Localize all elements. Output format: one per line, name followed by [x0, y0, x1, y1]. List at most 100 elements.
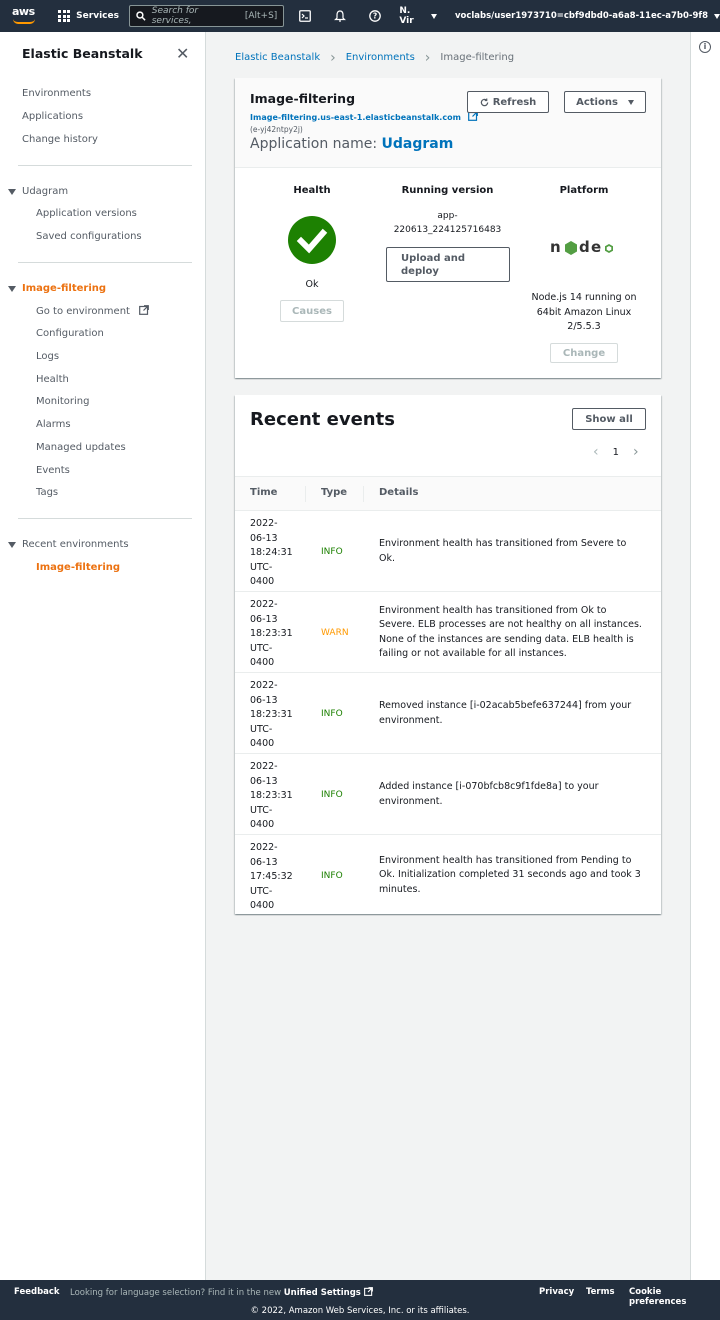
sidebar-section-image-filtering[interactable]: Image-filtering [8, 283, 106, 294]
chevron-right-icon[interactable]: › [633, 444, 639, 460]
info-icon[interactable]: i [699, 41, 711, 53]
privacy-link[interactable]: Privacy [539, 1287, 574, 1297]
breadcrumb-current: Image-filtering [440, 52, 515, 63]
help-icon[interactable]: ? [368, 9, 381, 23]
recent-events-title: Recent events [250, 409, 395, 430]
application-name-link[interactable]: Udagram [382, 136, 454, 152]
sidebar-title: Elastic Beanstalk [22, 46, 143, 61]
nodejs-logo-icon: n d e [550, 238, 613, 256]
sidebar-item-monitoring[interactable]: Monitoring [36, 396, 89, 407]
event-time: 2022- 06-13 18:24:31 UTC- 0400 [250, 518, 293, 587]
services-label: Services [76, 11, 119, 21]
causes-button[interactable]: Causes [280, 300, 344, 322]
sidebar-item-configuration[interactable]: Configuration [36, 328, 104, 339]
chevron-down-icon [430, 13, 437, 19]
caret-down-icon [8, 188, 16, 195]
sidebar-item-tags[interactable]: Tags [36, 487, 58, 498]
bell-icon[interactable] [333, 9, 346, 23]
search-icon [136, 11, 146, 21]
sidebar-item-saved-configurations[interactable]: Saved configurations [36, 231, 142, 242]
environment-url-text: Image-filtering.us-east-1.elasticbeansta… [250, 113, 461, 122]
external-link-icon [363, 1287, 373, 1296]
aws-smile-icon [13, 19, 35, 24]
health-status: Ok [305, 279, 319, 290]
event-details: Environment health has transitioned from… [379, 538, 627, 564]
chevron-right-icon: › [330, 49, 336, 66]
environment-header: Image-filtering Image-filtering.us-east-… [235, 78, 661, 168]
sidebar-item-health[interactable]: Health [36, 374, 69, 385]
column-divider [305, 486, 306, 502]
region-selector[interactable]: N. Vir [399, 6, 437, 26]
show-all-button[interactable]: Show all [572, 408, 646, 430]
sidebar-section-recent-environments[interactable]: Recent environments [8, 539, 129, 550]
recent-events-card: Recent events Show all ‹ 1 › Time Type D… [235, 395, 661, 914]
table-row: 2022- 06-13 18:23:31 UTC- 0400 WARN Environm… [235, 592, 661, 673]
event-type: INFO [321, 789, 343, 800]
terms-link[interactable]: Terms [586, 1287, 615, 1297]
upload-and-deploy-button[interactable]: Upload and deploy [386, 247, 510, 282]
table-row: 2022- 06-13 17:45:32 UTC- 0400 INFO Environm… [235, 835, 661, 916]
running-version-line: app- [437, 211, 458, 221]
sidebar-item-events[interactable]: Events [36, 465, 70, 476]
cookie-preferences-link[interactable]: Cookie preferences [629, 1287, 720, 1307]
table-row: 2022- 06-13 18:24:31 UTC- 0400 INFO Environm… [235, 511, 661, 592]
svg-text:d: d [579, 238, 590, 256]
sidebar-item-environments[interactable]: Environments [22, 88, 91, 99]
svg-text:e: e [591, 238, 601, 256]
actions-label: Actions [576, 96, 618, 108]
breadcrumb-elastic-beanstalk[interactable]: Elastic Beanstalk [235, 52, 320, 63]
cloudshell-icon[interactable] [298, 9, 311, 23]
sidebar-section-udagram[interactable]: Udagram [8, 186, 68, 197]
actions-dropdown-button[interactable]: Actions [564, 91, 646, 113]
page-number[interactable]: 1 [613, 447, 619, 458]
sidebar-item-application-versions[interactable]: Application versions [36, 208, 137, 219]
sidebar-item-applications[interactable]: Applications [22, 111, 83, 122]
environment-overview-card: Image-filtering Image-filtering.us-east-… [235, 78, 661, 378]
feedback-link[interactable]: Feedback [14, 1287, 60, 1297]
event-type: INFO [321, 546, 343, 557]
chevron-down-icon [713, 13, 720, 19]
event-time: 2022- 06-13 17:45:32 UTC- 0400 [250, 842, 293, 911]
search-input[interactable]: Search for services, [Alt+S] [128, 5, 285, 27]
sidebar-divider [18, 165, 192, 166]
close-icon[interactable]: ✕ [176, 46, 189, 62]
sidebar-item-recent-image-filtering[interactable]: Image-filtering [36, 562, 120, 573]
event-type: INFO [321, 708, 343, 719]
table-row: 2022- 06-13 18:23:31 UTC- 0400 INFO Added in… [235, 754, 661, 835]
sidebar-item-alarms[interactable]: Alarms [36, 419, 71, 430]
column-header-details[interactable]: Details [379, 487, 418, 498]
upload-label-line: deploy [401, 265, 439, 277]
account-menu[interactable]: voclabs/user1973710=cbf9dbd0-a6a8-11ec-a… [455, 11, 720, 21]
column-header-type[interactable]: Type [321, 487, 347, 498]
aws-logo-text: aws [12, 5, 35, 18]
breadcrumb-environments[interactable]: Environments [346, 52, 415, 63]
sidebar-section-label: Udagram [22, 186, 69, 197]
event-type: WARN [321, 627, 349, 638]
unified-settings-link[interactable]: Unified Settings [284, 1288, 361, 1298]
environment-url-link[interactable]: Image-filtering.us-east-1.elasticbeansta… [250, 111, 478, 122]
event-details: Environment health has transitioned from… [379, 854, 641, 895]
application-name-label: Application name: [250, 136, 378, 152]
sidebar-item-logs[interactable]: Logs [36, 351, 59, 362]
chevron-left-icon[interactable]: ‹ [593, 444, 599, 460]
region-label: N. Vir [399, 6, 414, 26]
event-details: Environment health has transitioned from… [379, 604, 642, 660]
search-shortcut: [Alt+S] [244, 11, 278, 21]
event-time: 2022- 06-13 18:23:31 UTC- 0400 [250, 761, 293, 830]
change-platform-button[interactable]: Change [550, 343, 618, 363]
application-name: Application name: Udagram [250, 136, 453, 152]
aws-logo[interactable]: aws [12, 6, 36, 26]
services-menu-button[interactable]: Services [58, 10, 119, 22]
platform-label: Node.js 14 running on 64bit Amazon Linux… [525, 291, 643, 335]
sidebar-item-go-to-environment[interactable]: Go to environment [36, 305, 150, 317]
sidebar-item-change-history[interactable]: Change history [22, 134, 98, 145]
search-placeholder: Search for services, [151, 6, 199, 26]
sidebar-item-managed-updates[interactable]: Managed updates [36, 442, 126, 453]
caret-down-icon [627, 99, 634, 105]
language-notice: Looking for language selection? Find it … [70, 1287, 373, 1298]
table-row: 2022- 06-13 18:23:31 UTC- 0400 INFO Removed … [235, 673, 661, 754]
refresh-button[interactable]: Refresh [467, 91, 549, 113]
running-version-line: 220613_224125716483 [393, 225, 502, 235]
column-header-time[interactable]: Time [250, 487, 277, 498]
health-title: Health [293, 185, 331, 196]
